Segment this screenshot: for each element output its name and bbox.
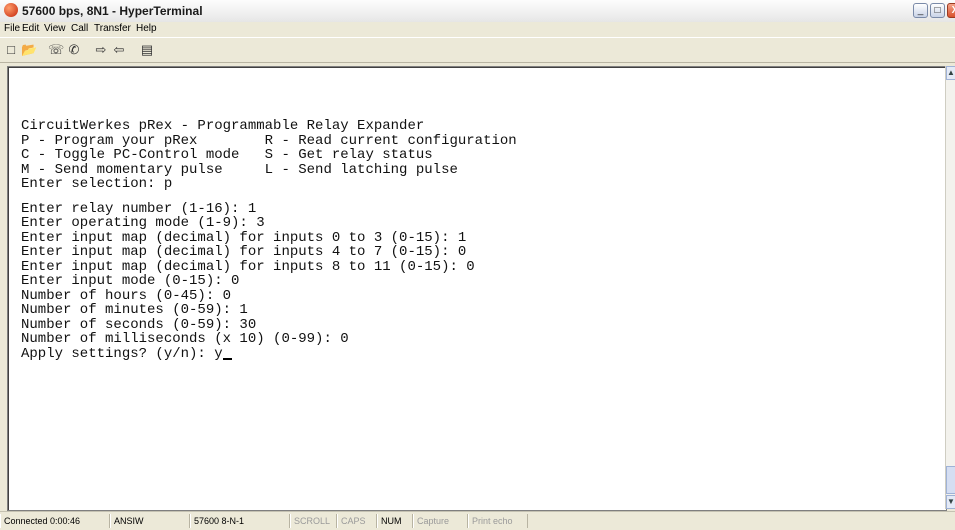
terminal-output[interactable]: CircuitWerkes pRex - Programmable Relay … — [21, 119, 921, 499]
menu-view[interactable]: View — [44, 23, 66, 34]
maximize-icon: □ — [934, 5, 941, 16]
properties-icon[interactable]: ▤ — [139, 42, 155, 58]
close-icon: X — [951, 5, 955, 16]
status-scroll: SCROLL — [290, 514, 337, 528]
terminal-line: Enter selection: p — [21, 176, 173, 192]
scroll-thumb[interactable] — [946, 466, 955, 494]
terminal-line: Number of minutes (0-59): 1 — [21, 302, 248, 318]
text-cursor — [222, 358, 232, 360]
open-icon[interactable]: 📂 — [21, 42, 37, 58]
status-caps: CAPS — [337, 514, 377, 528]
terminal-line: Number of seconds (0-59): 30 — [21, 316, 257, 333]
terminal-line: Number of milliseconds (x 10) (0-99): 0 — [21, 331, 349, 347]
terminal-line: Enter input mode (0-15): 0 — [21, 273, 240, 289]
terminal-line: CircuitWerkes pRex - Programmable Relay … — [21, 118, 425, 134]
terminal-prompt-line: Apply settings? (y/n): y — [21, 345, 921, 362]
window-title: 57600 bps, 8N1 - HyperTerminal — [22, 4, 203, 18]
terminal-prompt: Apply settings? (y/n): y — [21, 345, 223, 362]
toolbar: □ 📂 ☏ ✆ ⇨ ⇦ ▤ — [0, 37, 955, 63]
menu-edit[interactable]: Edit — [22, 23, 39, 34]
terminal-line: Enter operating mode (1-9): 3 — [21, 215, 265, 231]
status-num: NUM — [377, 514, 413, 528]
hyperterminal-app-icon[interactable] — [4, 3, 18, 17]
disconnect-icon[interactable]: ☏ — [48, 42, 64, 58]
menu-file[interactable]: File — [4, 23, 20, 34]
menu-bar: File Edit View Call Transfer Help — [0, 22, 955, 36]
phone-icon[interactable]: ✆ — [66, 42, 82, 58]
close-button[interactable]: X — [947, 3, 955, 18]
menu-help[interactable]: Help — [136, 23, 157, 34]
status-settings: 57600 8-N-1 — [190, 514, 290, 528]
minimize-button[interactable]: _ — [913, 3, 928, 18]
terminal-line: P - Program your pRex R - Read current c… — [21, 132, 517, 149]
terminal-line: C - Toggle PC-Control mode S - Get relay… — [21, 147, 433, 163]
terminal-line: Enter input map (decimal) for inputs 8 t… — [21, 258, 475, 275]
terminal-line: Enter relay number (1-16): 1 — [21, 200, 257, 217]
menu-transfer[interactable]: Transfer — [94, 23, 131, 34]
minimize-icon: _ — [917, 5, 924, 16]
status-bar: Connected 0:00:46 ANSIW 57600 8-N-1 SCRO… — [0, 511, 955, 530]
status-print-echo: Print echo — [468, 514, 528, 528]
send-icon[interactable]: ⇨ — [93, 42, 109, 58]
terminal-line: Number of hours (0-45): 0 — [21, 287, 232, 304]
status-emulation: ANSIW — [110, 514, 190, 528]
status-capture: Capture — [413, 514, 468, 528]
receive-icon[interactable]: ⇦ — [111, 42, 127, 58]
terminal-line: Enter input map (decimal) for inputs 4 t… — [21, 244, 467, 260]
terminal-line: M - Send momentary pulse L - Send latchi… — [21, 161, 458, 178]
new-icon[interactable]: □ — [3, 42, 19, 58]
terminal-line: Enter input map (decimal) for inputs 0 t… — [21, 229, 467, 246]
maximize-button[interactable]: □ — [930, 3, 945, 18]
menu-call[interactable]: Call — [71, 23, 88, 34]
scroll-up-arrow-icon[interactable]: ▲ — [946, 66, 955, 80]
title-bar: 57600 bps, 8N1 - HyperTerminal _ □ X — [0, 0, 955, 23]
vertical-scrollbar[interactable]: ▲ ▼ — [945, 66, 955, 509]
scroll-down-arrow-icon[interactable]: ▼ — [946, 495, 955, 509]
status-connected: Connected 0:00:46 — [0, 514, 110, 528]
